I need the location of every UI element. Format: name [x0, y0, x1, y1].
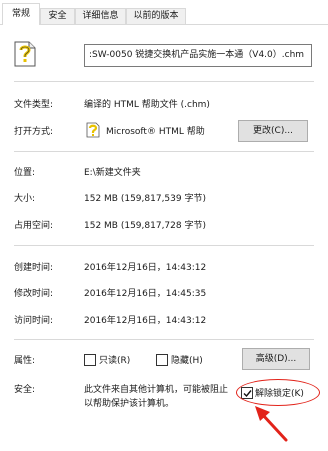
hidden-checkbox[interactable]	[156, 354, 168, 366]
accessed-label: 访问时间:	[14, 316, 54, 326]
divider	[14, 151, 314, 152]
filename-field[interactable]: :SW-0050 锐捷交换机产品实施一本通（V4.0）.chm	[84, 44, 312, 67]
modified-value: 2016年12月16日，14:45:35	[84, 289, 207, 299]
size-on-disk-label: 占用空间:	[14, 221, 54, 231]
divider	[14, 81, 314, 82]
hidden-label: 隐藏(H)	[171, 356, 203, 366]
tab-bar: 常规 安全 详细信息 以前的版本	[0, 0, 328, 25]
tab-security[interactable]: 安全	[40, 8, 75, 25]
location-label: 位置:	[14, 168, 36, 178]
file-type-value: 编译的 HTML 帮助文件 (.chm)	[84, 100, 210, 110]
tab-details[interactable]: 详细信息	[75, 8, 126, 25]
advanced-button[interactable]: 高级(D)...	[242, 348, 310, 370]
red-arrow-annotation-icon	[255, 406, 288, 442]
readonly-label: 只读(R)	[99, 356, 131, 366]
accessed-value: 2016年12月16日，14:43:12	[84, 316, 207, 326]
size-on-disk-value: 152 MB (159,817,728 字节)	[84, 221, 206, 231]
html-help-app-icon	[86, 122, 100, 138]
divider	[14, 245, 314, 246]
modified-label: 修改时间:	[14, 289, 54, 299]
tab-previous-versions[interactable]: 以前的版本	[126, 8, 186, 25]
highlight-ellipse	[236, 379, 320, 406]
size-value: 152 MB (159,817,539 字节)	[84, 194, 206, 204]
security-message-line2: 以帮助保护该计算机。	[84, 399, 175, 409]
created-value: 2016年12月16日，14:43:12	[84, 263, 207, 273]
chm-help-file-icon	[14, 41, 36, 67]
open-with-value: Microsoft® HTML 帮助	[106, 127, 205, 137]
attributes-label: 属性:	[14, 356, 36, 366]
general-panel: :SW-0050 锐捷交换机产品实施一本通（V4.0）.chm 文件类型: 编译…	[0, 25, 328, 451]
open-with-label: 打开方式:	[14, 127, 54, 137]
divider	[14, 339, 314, 340]
readonly-checkbox[interactable]	[84, 354, 96, 366]
size-label: 大小:	[14, 194, 36, 204]
location-value: E:\新建文件夹	[84, 168, 141, 178]
tab-general[interactable]: 常规	[2, 3, 40, 25]
security-label: 安全:	[14, 385, 36, 395]
created-label: 创建时间:	[14, 263, 54, 273]
change-button[interactable]: 更改(C)...	[238, 120, 308, 142]
file-type-label: 文件类型:	[14, 100, 54, 110]
security-message-line1: 此文件来自其他计算机，可能被阻止	[84, 385, 229, 395]
